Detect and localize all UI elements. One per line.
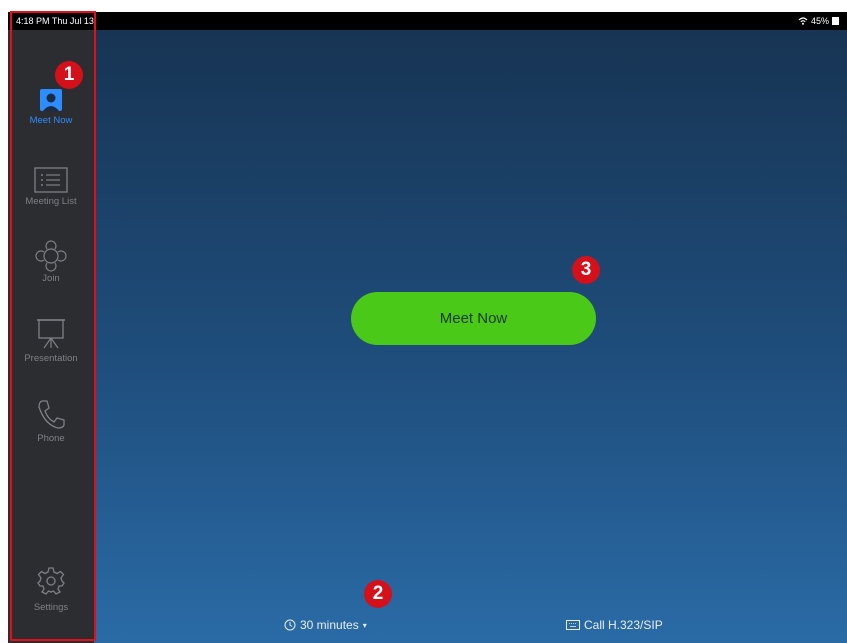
annotation-marker-1: 1 — [55, 61, 83, 89]
call-h323-sip-button[interactable]: Call H.323/SIP — [566, 618, 663, 632]
annotation-marker-3: 3 — [572, 256, 600, 284]
sidebar-item-meeting-list[interactable]: Meeting List — [8, 167, 94, 207]
presentation-icon — [37, 319, 65, 349]
sidebar-item-label: Settings — [33, 602, 69, 613]
sidebar-item-settings[interactable]: Settings — [8, 566, 94, 613]
status-right: 45% — [798, 16, 839, 26]
join-icon — [35, 240, 67, 272]
status-time: 4:18 PM Thu Jul 13 — [16, 16, 94, 26]
clock-icon — [284, 619, 296, 631]
tablet-screen: 4:18 PM Thu Jul 13 45% Meet Now Meeting … — [8, 12, 847, 643]
sidebar-item-label: Meet Now — [29, 115, 73, 126]
sidebar-item-join[interactable]: Join — [8, 236, 94, 284]
sidebar: Meet Now Meeting List Join Presentation … — [8, 30, 94, 643]
keyboard-icon — [566, 620, 580, 630]
duration-selector[interactable]: 30 minutes ▾ — [284, 618, 367, 632]
meet-now-button[interactable]: Meet Now — [351, 292, 596, 345]
meet-now-icon — [40, 89, 62, 111]
battery-percent: 45% — [810, 16, 829, 26]
annotation-marker-2: 2 — [364, 580, 392, 608]
sidebar-item-phone[interactable]: Phone — [8, 398, 94, 444]
phone-icon — [38, 400, 65, 429]
meeting-list-icon — [34, 167, 68, 193]
sidebar-item-label: Join — [42, 273, 60, 284]
dropdown-arrow: ▾ — [362, 620, 367, 630]
duration-label: 30 minutes — [300, 618, 359, 632]
wifi-icon — [798, 17, 808, 25]
gear-icon — [37, 567, 65, 595]
sidebar-item-label: Presentation — [24, 353, 78, 364]
main-panel: Meet Now 30 minutes ▾ Call H.323/SIP — [94, 30, 847, 643]
battery-icon — [832, 17, 839, 25]
status-bar: 4:18 PM Thu Jul 13 45% — [8, 12, 847, 30]
sidebar-item-presentation[interactable]: Presentation — [8, 318, 94, 364]
sidebar-item-label: Phone — [37, 433, 65, 444]
sidebar-item-label: Meeting List — [25, 196, 77, 207]
sidebar-item-meet-now[interactable]: Meet Now — [8, 88, 94, 126]
call-label: Call H.323/SIP — [584, 618, 663, 632]
